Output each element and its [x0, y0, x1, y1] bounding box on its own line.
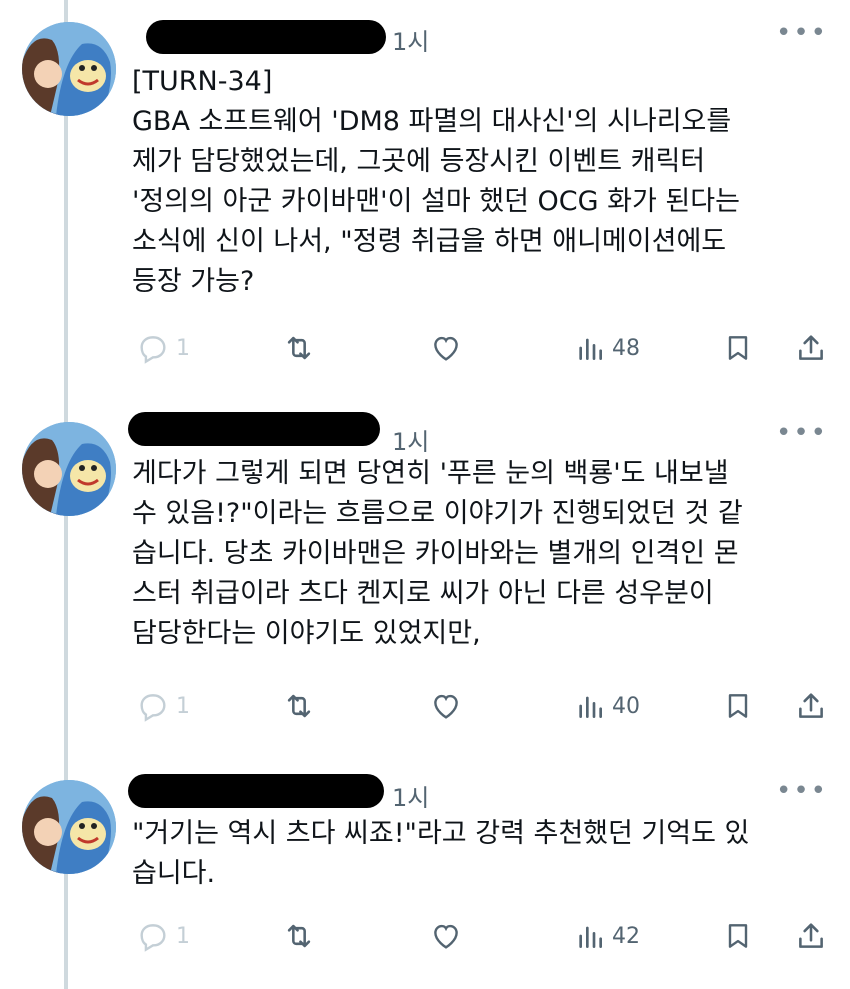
reply-button[interactable]: 1 — [136, 328, 190, 368]
tweet-1[interactable]: 1시 ••• [TURN-34] GBA 소프트웨어 'DM8 파멸의 대사신'… — [0, 0, 850, 380]
bookmark-icon — [728, 924, 748, 948]
reply-button[interactable]: 1 — [136, 686, 190, 726]
tweet-line: '정의의 아군 카이바맨'이 설마 했던 OCG 화가 된다는 — [132, 186, 740, 217]
tweet-line: 스터 취급이라 츠다 켄지로 씨가 아닌 다른 성우분이 — [132, 578, 714, 609]
retweet-button[interactable] — [280, 916, 318, 956]
views-button[interactable]: 42 — [574, 916, 640, 956]
views-count: 42 — [612, 923, 640, 949]
heart-icon — [434, 694, 458, 719]
avatar-image — [22, 422, 116, 516]
views-count: 48 — [612, 335, 640, 361]
retweet-icon — [287, 694, 311, 718]
heart-icon — [434, 336, 458, 361]
tweet-line: [TURN-34] — [132, 66, 273, 97]
more-icon[interactable]: ••• — [776, 18, 828, 48]
tweet-line: 등장 가능? — [132, 266, 255, 297]
avatar[interactable] — [22, 780, 116, 874]
share-button[interactable] — [794, 686, 828, 726]
heart-icon — [434, 924, 458, 949]
bookmark-button[interactable] — [722, 916, 754, 956]
avatar-image — [22, 780, 116, 874]
tweet-line: 수 있음!?"이라는 흐름으로 이야기가 진행되었던 것 같 — [132, 498, 743, 529]
like-button[interactable] — [428, 686, 464, 726]
avatar[interactable] — [22, 22, 116, 116]
views-icon — [579, 338, 602, 360]
redacted-username — [128, 774, 384, 808]
more-icon[interactable]: ••• — [776, 418, 828, 448]
retweet-button[interactable] — [280, 686, 318, 726]
redacted-username — [146, 20, 386, 54]
reply-count: 1 — [176, 923, 190, 949]
tweet-actions: 1 40 — [132, 686, 832, 726]
share-icon — [799, 693, 823, 718]
bookmark-button[interactable] — [722, 328, 754, 368]
tweet-actions: 1 42 — [132, 916, 832, 956]
avatar[interactable] — [22, 422, 116, 516]
share-button[interactable] — [794, 328, 828, 368]
share-button[interactable] — [794, 916, 828, 956]
reply-count: 1 — [176, 335, 190, 361]
tweet-time[interactable]: 1시 — [392, 778, 429, 813]
like-button[interactable] — [428, 916, 464, 956]
reply-icon — [140, 336, 166, 364]
tweet-actions: 1 48 — [132, 328, 832, 368]
tweet-time[interactable]: 1시 — [392, 22, 429, 57]
tweet-line: 제가 담당했었는데, 그곳에 등장시킨 이벤트 캐릭터 — [132, 146, 706, 177]
tweet-line: 소식에 신이 나서, "정령 취급을 하면 애니메이션에도 — [132, 226, 727, 257]
tweet-3[interactable]: 1시 ••• "거기는 역시 츠다 씨죠!"라고 강력 추천했던 기억도 있 습… — [0, 760, 850, 989]
tweet-line: GBA 소프트웨어 'DM8 파멸의 대사신'의 시나리오를 — [132, 106, 732, 137]
like-button[interactable] — [428, 328, 464, 368]
redacted-username — [128, 412, 380, 446]
bookmark-button[interactable] — [722, 686, 754, 726]
retweet-icon — [287, 336, 311, 360]
share-icon — [799, 335, 823, 360]
retweet-button[interactable] — [280, 328, 318, 368]
views-count: 40 — [612, 693, 640, 719]
reply-icon — [140, 694, 166, 722]
views-button[interactable]: 48 — [574, 328, 640, 368]
bookmark-icon — [728, 694, 748, 718]
views-button[interactable]: 40 — [574, 686, 640, 726]
tweet-line: 습니다. — [132, 858, 216, 889]
tweet-line: 습니다. 당초 카이바맨은 카이바와는 별개의 인격인 몬 — [132, 538, 739, 569]
tweet-line: "거기는 역시 츠다 씨죠!"라고 강력 추천했던 기억도 있 — [132, 818, 750, 849]
reply-icon — [140, 924, 166, 952]
tweet-2[interactable]: 1시 ••• 게다가 그렇게 되면 당연히 '푸른 눈의 백룡'도 내보낼 수 … — [0, 390, 850, 740]
tweet-line: 게다가 그렇게 되면 당연히 '푸른 눈의 백룡'도 내보낼 — [132, 458, 729, 489]
tweet-body: 게다가 그렇게 되면 당연히 '푸른 눈의 백룡'도 내보낼 수 있음!?"이라… — [132, 454, 832, 654]
views-icon — [579, 696, 602, 718]
bookmark-icon — [728, 336, 748, 360]
tweet-body: [TURN-34] GBA 소프트웨어 'DM8 파멸의 대사신'의 시나리오를… — [132, 62, 832, 302]
share-icon — [799, 923, 823, 948]
tweet-body: "거기는 역시 츠다 씨죠!"라고 강력 추천했던 기억도 있 습니다. — [132, 814, 832, 894]
views-icon — [579, 926, 602, 948]
tweet-line: 담당한다는 이야기도 있었지만, — [132, 618, 481, 649]
reply-button[interactable]: 1 — [136, 916, 190, 956]
avatar-image — [22, 22, 116, 116]
reply-count: 1 — [176, 693, 190, 719]
more-icon[interactable]: ••• — [776, 776, 828, 806]
retweet-icon — [287, 924, 311, 948]
tweet-time[interactable]: 1시 — [392, 422, 429, 457]
